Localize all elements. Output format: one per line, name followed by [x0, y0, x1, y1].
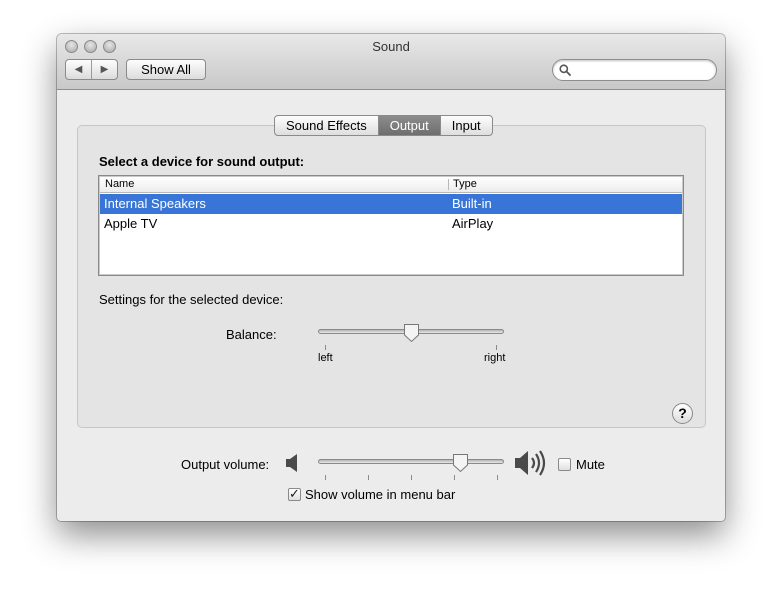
table-row[interactable]: Apple TV AirPlay [100, 214, 682, 234]
volume-tick [411, 475, 412, 480]
balance-max-label: right [484, 352, 506, 364]
balance-label: Balance: [226, 327, 277, 342]
back-button[interactable]: ◀ [66, 60, 92, 79]
device-settings-label: Settings for the selected device: [99, 292, 284, 307]
table-header: Name Type [100, 177, 682, 193]
show-volume-in-menu-bar-label[interactable]: Show volume in menu bar [305, 487, 455, 502]
help-button[interactable]: ? [672, 403, 693, 424]
show-volume-in-menu-bar-checkbox[interactable] [288, 486, 301, 502]
search-field[interactable] [552, 59, 717, 81]
volume-slider-track[interactable] [318, 459, 504, 464]
column-header-type[interactable]: Type [453, 178, 477, 190]
back-forward-control: ◀ ▶ [65, 59, 118, 80]
device-name: Apple TV [104, 216, 158, 231]
tab-input[interactable]: Input [441, 116, 492, 135]
device-prompt: Select a device for sound output: [99, 154, 305, 169]
window-title: Sound [372, 39, 410, 54]
mute-checkbox[interactable] [558, 458, 571, 471]
output-device-table: Name Type Internal Speakers Built-in App… [98, 175, 684, 276]
tab-output[interactable]: Output [378, 116, 441, 135]
speaker-high-icon [515, 450, 546, 476]
forward-button[interactable]: ▶ [92, 60, 117, 79]
column-divider [448, 179, 449, 190]
speaker-low-icon [286, 454, 297, 472]
volume-tick [368, 475, 369, 480]
back-arrow-icon: ◀ [74, 64, 83, 75]
mute-label[interactable]: Mute [576, 457, 605, 472]
sound-preferences-window: Sound ◀ ▶ Show All Sound Effects Output … [57, 34, 725, 521]
balance-min-label: left [318, 352, 333, 364]
forward-arrow-icon: ▶ [100, 64, 109, 75]
volume-tick [497, 475, 498, 480]
output-settings-panel [77, 125, 706, 428]
magnifier-icon [559, 64, 571, 76]
device-type: AirPlay [452, 216, 494, 231]
search-input[interactable] [575, 62, 710, 78]
titlebar: Sound ◀ ▶ Show All [57, 34, 725, 90]
volume-tick [454, 475, 455, 480]
device-name: Internal Speakers [104, 196, 206, 211]
device-type: Built-in [452, 196, 492, 211]
table-row[interactable]: Internal Speakers Built-in [100, 194, 682, 214]
show-all-button[interactable]: Show All [126, 59, 206, 80]
volume-slider-knob[interactable] [452, 453, 469, 473]
balance-slider-knob[interactable] [403, 323, 420, 343]
tab-sound-effects[interactable]: Sound Effects [275, 116, 379, 135]
column-header-name[interactable]: Name [105, 178, 134, 190]
balance-tick [496, 345, 497, 350]
output-volume-label: Output volume: [181, 457, 270, 472]
volume-tick [325, 475, 326, 480]
tab-bar: Sound Effects Output Input [274, 115, 493, 136]
balance-tick [325, 345, 326, 350]
